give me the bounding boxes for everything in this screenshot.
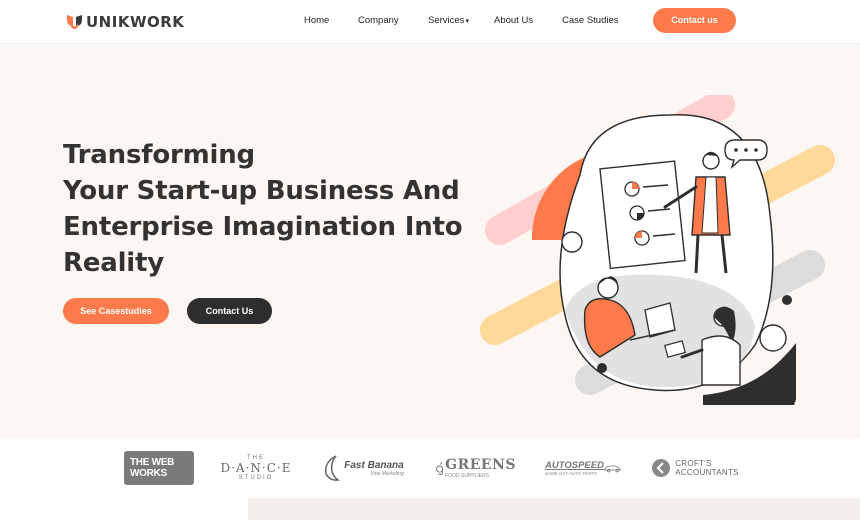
client-logo-greens: GREENS FOOD SUPPLIERS	[436, 448, 516, 488]
autospeed-tagline: SAME DAY AUTO PARTS	[545, 471, 598, 476]
client-logo-webworks: THE WEB WORKS	[124, 448, 194, 488]
greens-wordmark: GREENS	[445, 457, 516, 473]
contact-us-button[interactable]: Contact us	[653, 8, 736, 33]
crofts-badge-icon	[652, 459, 671, 477]
nav-company[interactable]: Company	[358, 15, 399, 26]
nav-about-us[interactable]: About Us	[494, 15, 533, 26]
crofts-line-1: CROFT'S	[675, 459, 712, 468]
client-logos-strip: THE WEB WORKS THE D·A·N·C·E STUDIO Fast …	[0, 438, 860, 498]
fast-banana-tagline: Viral Marketing	[370, 470, 404, 477]
see-casestudies-button[interactable]: See Casestudies	[63, 298, 169, 324]
brand-logo-icon	[67, 15, 82, 29]
nav-case-studies[interactable]: Case Studies	[562, 15, 619, 26]
fast-banana-wordmark: Fast Banana	[344, 459, 404, 471]
next-section-edge	[248, 498, 860, 520]
site-header: UNIKWORK Home Company Services▾ About Us…	[0, 0, 860, 44]
headline-line: Reality	[63, 248, 165, 278]
g-leaf-icon	[436, 461, 444, 475]
client-logo-autospeed: AUTOSPEED SAME DAY AUTO PARTS	[545, 448, 621, 488]
crofts-line-2: ACCOUNTANTS	[675, 468, 739, 477]
car-icon	[603, 465, 621, 473]
banana-icon	[325, 455, 341, 481]
brand-logo[interactable]: UNIKWORK	[66, 12, 184, 32]
hero-section: Transforming Your Start-up Business And …	[0, 45, 860, 438]
webworks-wordmark: THE WEB WORKS	[124, 451, 194, 485]
hero-contact-us-button[interactable]: Contact Us	[187, 298, 272, 324]
client-logo-dance-studio: THE D·A·N·C·E STUDIO	[220, 448, 292, 488]
dance-wordmark: D·A·N·C·E	[220, 461, 292, 475]
client-logo-crofts: CROFT'S ACCOUNTANTS	[650, 448, 740, 488]
chevron-down-icon: ▾	[465, 18, 469, 25]
headline-line: Transforming	[63, 140, 255, 170]
crofts-wordmark: CROFT'S ACCOUNTANTS	[675, 459, 739, 477]
headline-line: Enterprise Imagination Into	[63, 212, 463, 242]
nav-services[interactable]: Services▾	[428, 15, 469, 26]
client-logo-fast-banana: Fast Banana Viral Marketing	[320, 448, 406, 488]
dance-sub-label: STUDIO	[238, 475, 274, 481]
headline-line: Your Start-up Business And	[63, 176, 460, 206]
hero-headline: Transforming Your Start-up Business And …	[63, 137, 463, 281]
nav-home[interactable]: Home	[304, 15, 329, 26]
team-meeting-illustration	[480, 95, 835, 405]
brand-name: UNIKWORK	[86, 13, 185, 31]
nav-services-label: Services	[428, 15, 465, 26]
greens-tagline: FOOD SUPPLIERS	[445, 473, 490, 479]
autospeed-wordmark: AUTOSPEED	[545, 460, 604, 471]
